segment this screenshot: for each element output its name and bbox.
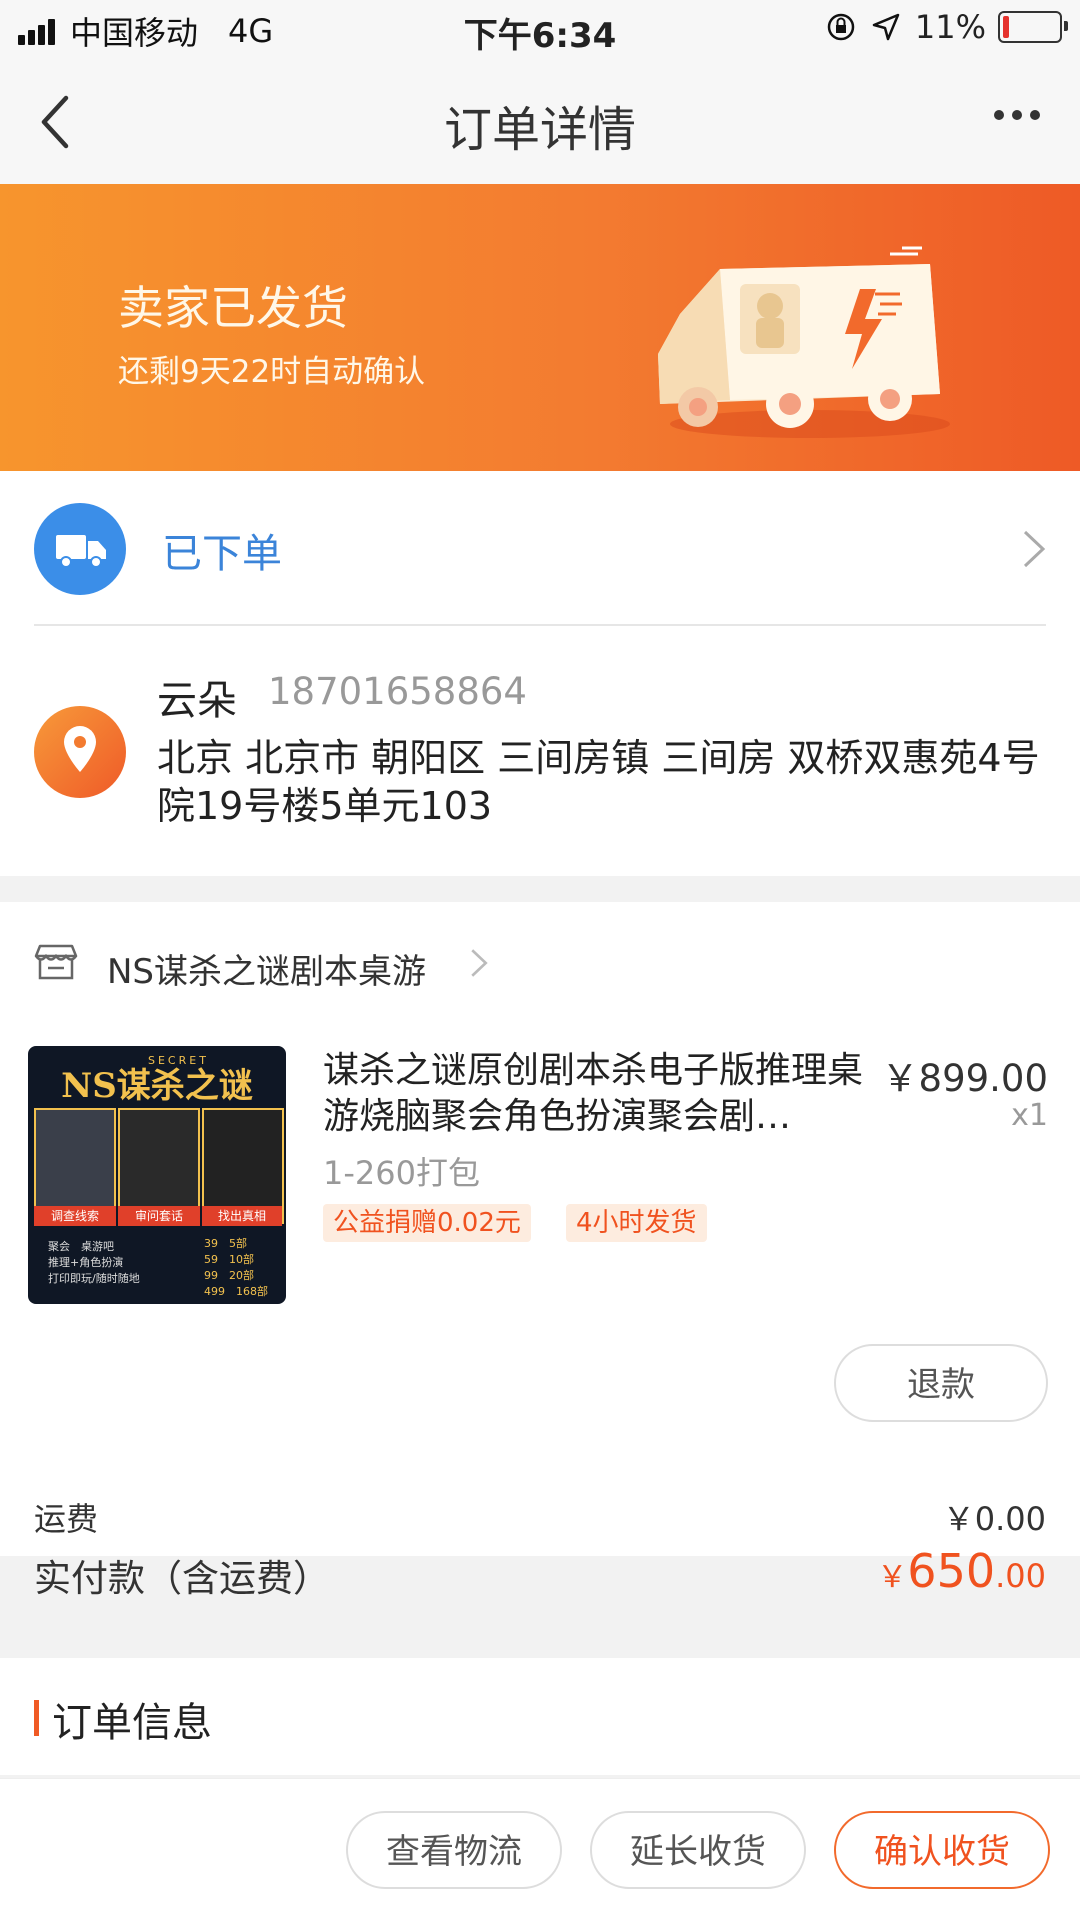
order-info-section: 订单信息 [0, 1658, 1080, 1775]
address-detail: 北京 北京市 朝阳区 三间房镇 三间房 双桥双惠苑4号院19号楼5单元103 [157, 736, 1040, 828]
battery-icon [998, 11, 1068, 43]
battery-percent: 11% [914, 8, 986, 46]
order-info-title: 订单信息 [52, 1700, 212, 1746]
bottom-action-bar: 查看物流 延长收货 确认收货 [0, 1778, 1080, 1922]
thumbnail-feature: 推理+角色扮演 [48, 1256, 124, 1269]
logistics-status-row[interactable]: 已下单 [0, 471, 1080, 627]
paid-decimal: .00 [995, 1557, 1046, 1595]
status-bar: 中国移动 4G 下午6:34 11% [0, 0, 1080, 60]
product-price: ￥899.00 [881, 1057, 1048, 1100]
shipping-banner: 卖家已发货 还剩9天22时自动确认 [0, 184, 1080, 471]
nav-bar: 订单详情 [0, 60, 1080, 184]
confirm-receipt-button[interactable]: 确认收货 [834, 1811, 1050, 1889]
product-sku: 1-260打包 [323, 1154, 480, 1192]
shop-name[interactable]: NS谋杀之谜剧本桌游 [107, 944, 426, 993]
shop-icon [34, 944, 78, 980]
view-logistics-button[interactable]: 查看物流 [346, 1811, 562, 1889]
battery-level [1003, 16, 1009, 38]
thumbnail-panel: 找出真相 [202, 1206, 282, 1226]
shipping-fee-label: 运费 [34, 1500, 99, 1538]
thumbnail-price: 59 10部 [204, 1253, 254, 1266]
refund-button[interactable]: 退款 [834, 1344, 1048, 1422]
more-icon[interactable] [986, 110, 1040, 120]
promo-tag: 公益捐赠0.02元 [323, 1204, 531, 1242]
thumbnail-price: 39 5部 [204, 1237, 247, 1250]
thumbnail-panel: 调查线索 [34, 1206, 116, 1226]
paid-integer: 650 [907, 1544, 996, 1598]
truck-icon [34, 503, 126, 595]
thumbnail-secret: SECRET [148, 1054, 209, 1067]
delivery-truck-illustration [658, 246, 950, 438]
status-right: 11% [825, 8, 1068, 46]
orientation-lock-icon [827, 13, 855, 41]
paid-currency: ￥ [877, 1560, 908, 1595]
product-thumbnail[interactable]: NS谋杀之谜 SECRET 调查线索 审问套话 找出真相 聚会 桌游吧 推理+角… [28, 1046, 286, 1304]
promo-tag: 4小时发货 [566, 1204, 707, 1242]
recipient-name: 云朵 [157, 678, 237, 724]
shipping-fee-value: ￥0.00 [942, 1500, 1046, 1538]
banner-title: 卖家已发货 [118, 281, 348, 335]
banner-subtitle: 还剩9天22时自动确认 [118, 354, 426, 390]
page-title: 订单详情 [443, 102, 636, 158]
extend-receipt-button[interactable]: 延长收货 [590, 1811, 806, 1889]
section-accent-bar [34, 1700, 39, 1736]
thumbnail-panel: 审问套话 [118, 1206, 200, 1226]
recipient-phone: 18701658864 [268, 670, 527, 713]
thumbnail-price: 499 168部 [204, 1285, 268, 1298]
product-title[interactable]: 谋杀之谜原创剧本杀电子版推理桌游烧脑聚会角色扮演聚会剧… [323, 1048, 863, 1140]
order-item-card: NS谋杀之谜剧本桌游 NS谋杀之谜 SECRET 调查线索 审问套话 找出真相 … [0, 902, 1080, 1600]
thumbnail-price: 99 20部 [204, 1269, 254, 1282]
chevron-right-icon [1023, 530, 1046, 568]
chevron-right-icon [471, 949, 488, 977]
paid-amount-label: 实付款（含运费） [34, 1557, 330, 1600]
product-quantity: x1 [1011, 1098, 1048, 1133]
shipping-address: 云朵 18701658864 北京 北京市 朝阳区 三间房镇 三间房 双桥双惠苑… [0, 626, 1080, 876]
thumbnail-feature: 聚会 桌游吧 [48, 1240, 114, 1253]
location-arrow-icon [872, 13, 900, 41]
thumbnail-feature: 打印即玩/随时随地 [48, 1272, 140, 1285]
location-pin-icon [34, 706, 126, 798]
logistics-status-label: 已下单 [162, 531, 282, 577]
paid-amount: ￥650.00 [877, 1544, 1046, 1598]
